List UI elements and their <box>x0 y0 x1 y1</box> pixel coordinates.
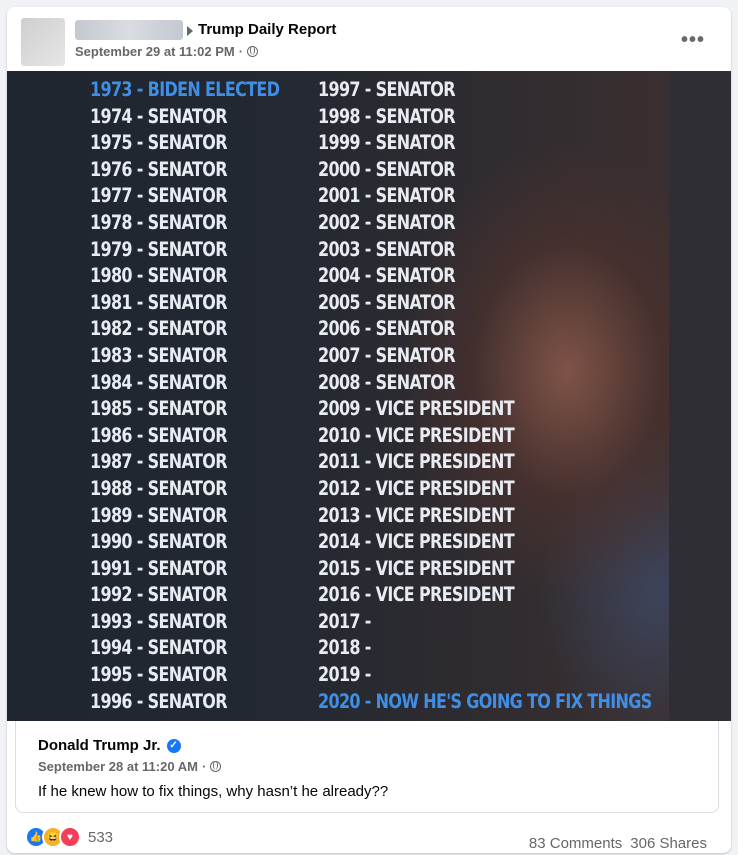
shared-author-name[interactable]: Donald Trump Jr. <box>38 737 161 754</box>
timeline-line: 2020 - NOW HE'S GOING TO FIX THINGS <box>318 689 652 713</box>
timeline-line: 1996 - SENATOR <box>90 689 228 713</box>
reactions-summary[interactable]: 👍 😆 ♥ 533 <box>25 826 113 848</box>
timeline-line: 1990 - SENATOR <box>90 530 228 554</box>
timeline-column-left: 1973 - BIDEN ELECTED 1974 - SENATOR 1975 -… <box>90 77 280 715</box>
timeline-line: 2000 - SENATOR <box>318 157 456 181</box>
shared-post-text: If he knew how to fix things, why hasn’t… <box>38 783 389 800</box>
caret-right-icon <box>187 26 193 36</box>
timeline-line: 2002 - SENATOR <box>318 210 456 234</box>
timeline-line: 1991 - SENATOR <box>90 556 228 580</box>
timeline-line: 2006 - SENATOR <box>318 317 456 341</box>
timeline-line: 1980 - SENATOR <box>90 264 228 288</box>
timeline-line: 2015 - VICE PRESIDENT <box>318 556 515 580</box>
shares-count-link[interactable]: 306 Shares <box>630 835 707 852</box>
timeline-line: 2016 - VICE PRESIDENT <box>318 583 515 607</box>
engagement-stats: 83 Comments 306 Shares <box>529 835 707 852</box>
timeline-line: 2013 - VICE PRESIDENT <box>318 503 515 527</box>
post-meta: September 29 at 11:02 PM · <box>75 44 259 59</box>
shared-timestamp[interactable]: September 28 at 11:20 AM <box>38 759 198 774</box>
timeline-line: 1976 - SENATOR <box>90 157 228 181</box>
love-reaction-icon: ♥ <box>59 826 81 848</box>
timeline-line: 2003 - SENATOR <box>318 237 456 261</box>
timeline-line: 2017 - <box>318 609 371 633</box>
timeline-line: 1985 - SENATOR <box>90 397 228 421</box>
timeline-line: 2009 - VICE PRESIDENT <box>318 397 515 421</box>
timeline-line: 2012 - VICE PRESIDENT <box>318 476 515 500</box>
shared-meta: September 28 at 11:20 AM · <box>38 759 222 774</box>
timeline-line: 2005 - SENATOR <box>318 290 456 314</box>
timeline-line: 1986 - SENATOR <box>90 423 228 447</box>
shared-author: Donald Trump Jr. ✓ <box>38 737 181 754</box>
timeline-line: 1978 - SENATOR <box>90 210 228 234</box>
timeline-line: 1995 - SENATOR <box>90 663 228 687</box>
post-card: Trump Daily Report September 29 at 11:02… <box>7 7 731 853</box>
timeline-line: 1983 - SENATOR <box>90 343 228 367</box>
post-image[interactable]: 1973 - BIDEN ELECTED 1974 - SENATOR 1975 -… <box>7 71 731 721</box>
timeline-line: 2010 - VICE PRESIDENT <box>318 423 515 447</box>
timeline-line: 1988 - SENATOR <box>90 476 228 500</box>
timeline-line: 2011 - VICE PRESIDENT <box>318 450 515 474</box>
group-name-link[interactable]: Trump Daily Report <box>198 21 336 38</box>
shared-post: Donald Trump Jr. ✓ September 28 at 11:20… <box>15 721 719 813</box>
timeline-column-right: 1997 - SENATOR 1998 - SENATOR 1999 - SENAT… <box>318 77 652 715</box>
reaction-count[interactable]: 533 <box>88 829 113 846</box>
timeline-line: 2007 - SENATOR <box>318 343 456 367</box>
timeline-line: 1977 - SENATOR <box>90 184 228 208</box>
redacted-username <box>75 20 183 40</box>
meta-separator: · <box>201 759 207 774</box>
timeline-line: 1975 - SENATOR <box>90 131 228 155</box>
timeline-line: 1999 - SENATOR <box>318 131 456 155</box>
timeline-line: 1984 - SENATOR <box>90 370 228 394</box>
comments-count-link[interactable]: 83 Comments <box>529 835 622 852</box>
timeline-line: 2014 - VICE PRESIDENT <box>318 530 515 554</box>
meta-separator: · <box>238 44 244 59</box>
timeline-line: 2001 - SENATOR <box>318 184 456 208</box>
timeline-line: 2004 - SENATOR <box>318 264 456 288</box>
timeline-line: 2008 - SENATOR <box>318 370 456 394</box>
globe-icon <box>210 761 222 772</box>
timeline-line: 1992 - SENATOR <box>90 583 228 607</box>
timeline-line: 1997 - SENATOR <box>318 78 456 101</box>
timeline-line: 1989 - SENATOR <box>90 503 228 527</box>
photo-edge <box>669 71 731 721</box>
avatar[interactable] <box>21 18 65 66</box>
timeline-line: 2018 - <box>318 636 371 660</box>
post-timestamp[interactable]: September 29 at 11:02 PM <box>75 44 235 59</box>
timeline-line: 1973 - BIDEN ELECTED <box>90 78 280 101</box>
timeline-line: 1994 - SENATOR <box>90 636 228 660</box>
timeline-line: 2019 - <box>318 663 371 687</box>
timeline-line: 1998 - SENATOR <box>318 104 456 128</box>
timeline-line: 1981 - SENATOR <box>90 290 228 314</box>
timeline-line: 1974 - SENATOR <box>90 104 228 128</box>
timeline-line: 1982 - SENATOR <box>90 317 228 341</box>
timeline-line: 1993 - SENATOR <box>90 609 228 633</box>
more-options-button[interactable]: ••• <box>681 29 705 52</box>
timeline-line: 1987 - SENATOR <box>90 450 228 474</box>
verified-badge-icon: ✓ <box>166 738 181 753</box>
timeline-line: 1979 - SENATOR <box>90 237 228 261</box>
globe-icon <box>247 46 259 57</box>
